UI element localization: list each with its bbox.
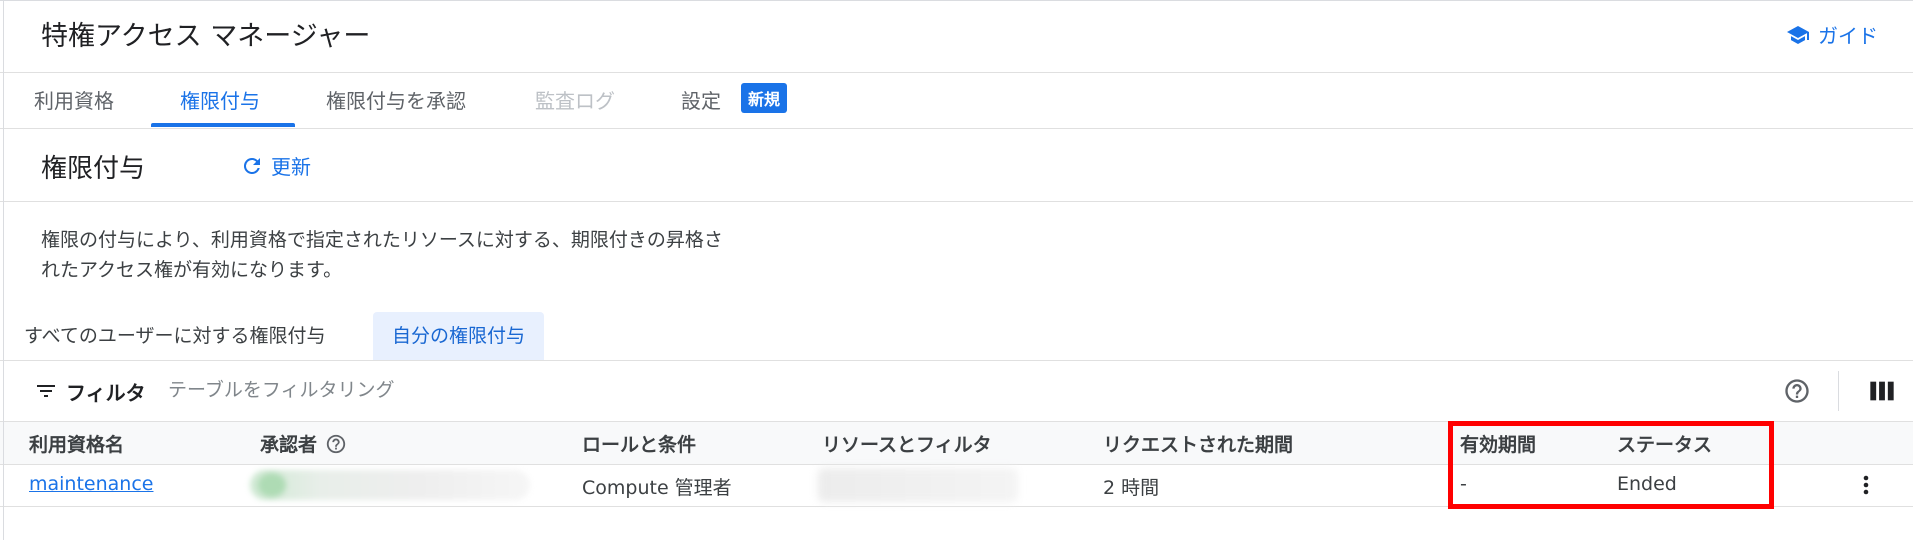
active-tab-indicator xyxy=(151,123,295,127)
redacted-approver xyxy=(250,470,530,500)
new-badge: 新規 xyxy=(741,83,788,113)
tab-audit-log: 監査ログ xyxy=(535,89,615,113)
app-window: 特権アクセス マネージャー ガイド 利用資格 権限付与 権限付与を承認 監査ログ… xyxy=(0,0,1913,540)
filter-label[interactable]: フィルタ xyxy=(66,377,146,406)
filter-input[interactable] xyxy=(168,375,768,405)
section-title: 権限付与 xyxy=(41,154,146,184)
validity-cell: - xyxy=(1460,473,1467,495)
table-row: maintenance Compute 管理者 2 時間 - Ended xyxy=(0,464,1913,507)
column-display-icon[interactable] xyxy=(1868,379,1896,403)
tab-approve-grants[interactable]: 権限付与を承認 xyxy=(326,85,466,114)
filter-bar: フィルタ xyxy=(0,360,1913,421)
refresh-icon xyxy=(243,157,260,174)
section-description: 権限の付与により、利用資格で指定されたリソースに対する、期限付きの昇格さ れたア… xyxy=(41,225,841,285)
guide-label: ガイド xyxy=(1818,24,1878,48)
guide-link[interactable]: ガイド xyxy=(1786,20,1878,49)
main-tabs: 利用資格 権限付与 権限付与を承認 監査ログ 設定 新規 xyxy=(0,73,1913,129)
subtab-all-users-grants[interactable]: すべてのユーザーに対する権限付与 xyxy=(24,312,326,360)
table-header: 利用資格名 承認者 ロールと条件 リソースとフィルタ リクエストされた期間 有効… xyxy=(0,421,1913,465)
column-header-requested-duration[interactable]: リクエストされた期間 xyxy=(1103,430,1293,457)
description-line-2: れたアクセス権が有効になります。 xyxy=(41,259,343,281)
tab-settings[interactable]: 設定 xyxy=(681,85,721,114)
help-icon[interactable] xyxy=(1783,377,1811,405)
section-header: 権限付与 更新 xyxy=(0,129,1913,202)
school-icon xyxy=(1787,25,1809,44)
refresh-label: 更新 xyxy=(271,155,311,179)
more-vert-icon[interactable] xyxy=(1854,472,1878,498)
app-title: 特権アクセス マネージャー xyxy=(41,21,371,52)
entitlement-link[interactable]: maintenance xyxy=(29,473,153,495)
subtab-my-grants[interactable]: 自分の権限付与 xyxy=(373,312,545,360)
column-header-resource[interactable]: リソースとフィルタ xyxy=(822,430,992,457)
redacted-approver-avatar xyxy=(258,473,286,497)
left-border xyxy=(3,0,4,540)
column-header-validity[interactable]: 有効期間 xyxy=(1460,430,1536,457)
description-line-1: 権限の付与により、利用資格で指定されたリソースに対する、期限付きの昇格さ xyxy=(41,229,723,251)
page-header: 特権アクセス マネージャー ガイド xyxy=(0,0,1913,73)
column-header-status[interactable]: ステータス xyxy=(1617,430,1712,457)
column-header-approver: 承認者 xyxy=(260,430,347,457)
redacted-resource xyxy=(818,468,1018,502)
column-header-approver-label[interactable]: 承認者 xyxy=(260,434,317,456)
help-icon[interactable] xyxy=(325,433,347,455)
filter-list-icon[interactable] xyxy=(34,379,58,403)
duration-cell: 2 時間 xyxy=(1103,477,1160,499)
role-cell: Compute 管理者 xyxy=(582,477,732,499)
status-cell: Ended xyxy=(1617,473,1677,495)
toolbar-divider xyxy=(1838,371,1839,411)
column-header-role[interactable]: ロールと条件 xyxy=(582,430,696,457)
tab-grants[interactable]: 権限付与 xyxy=(180,85,260,114)
column-header-entitlement[interactable]: 利用資格名 xyxy=(29,430,124,457)
tab-entitlements[interactable]: 利用資格 xyxy=(34,85,114,114)
refresh-button[interactable]: 更新 xyxy=(240,151,311,180)
